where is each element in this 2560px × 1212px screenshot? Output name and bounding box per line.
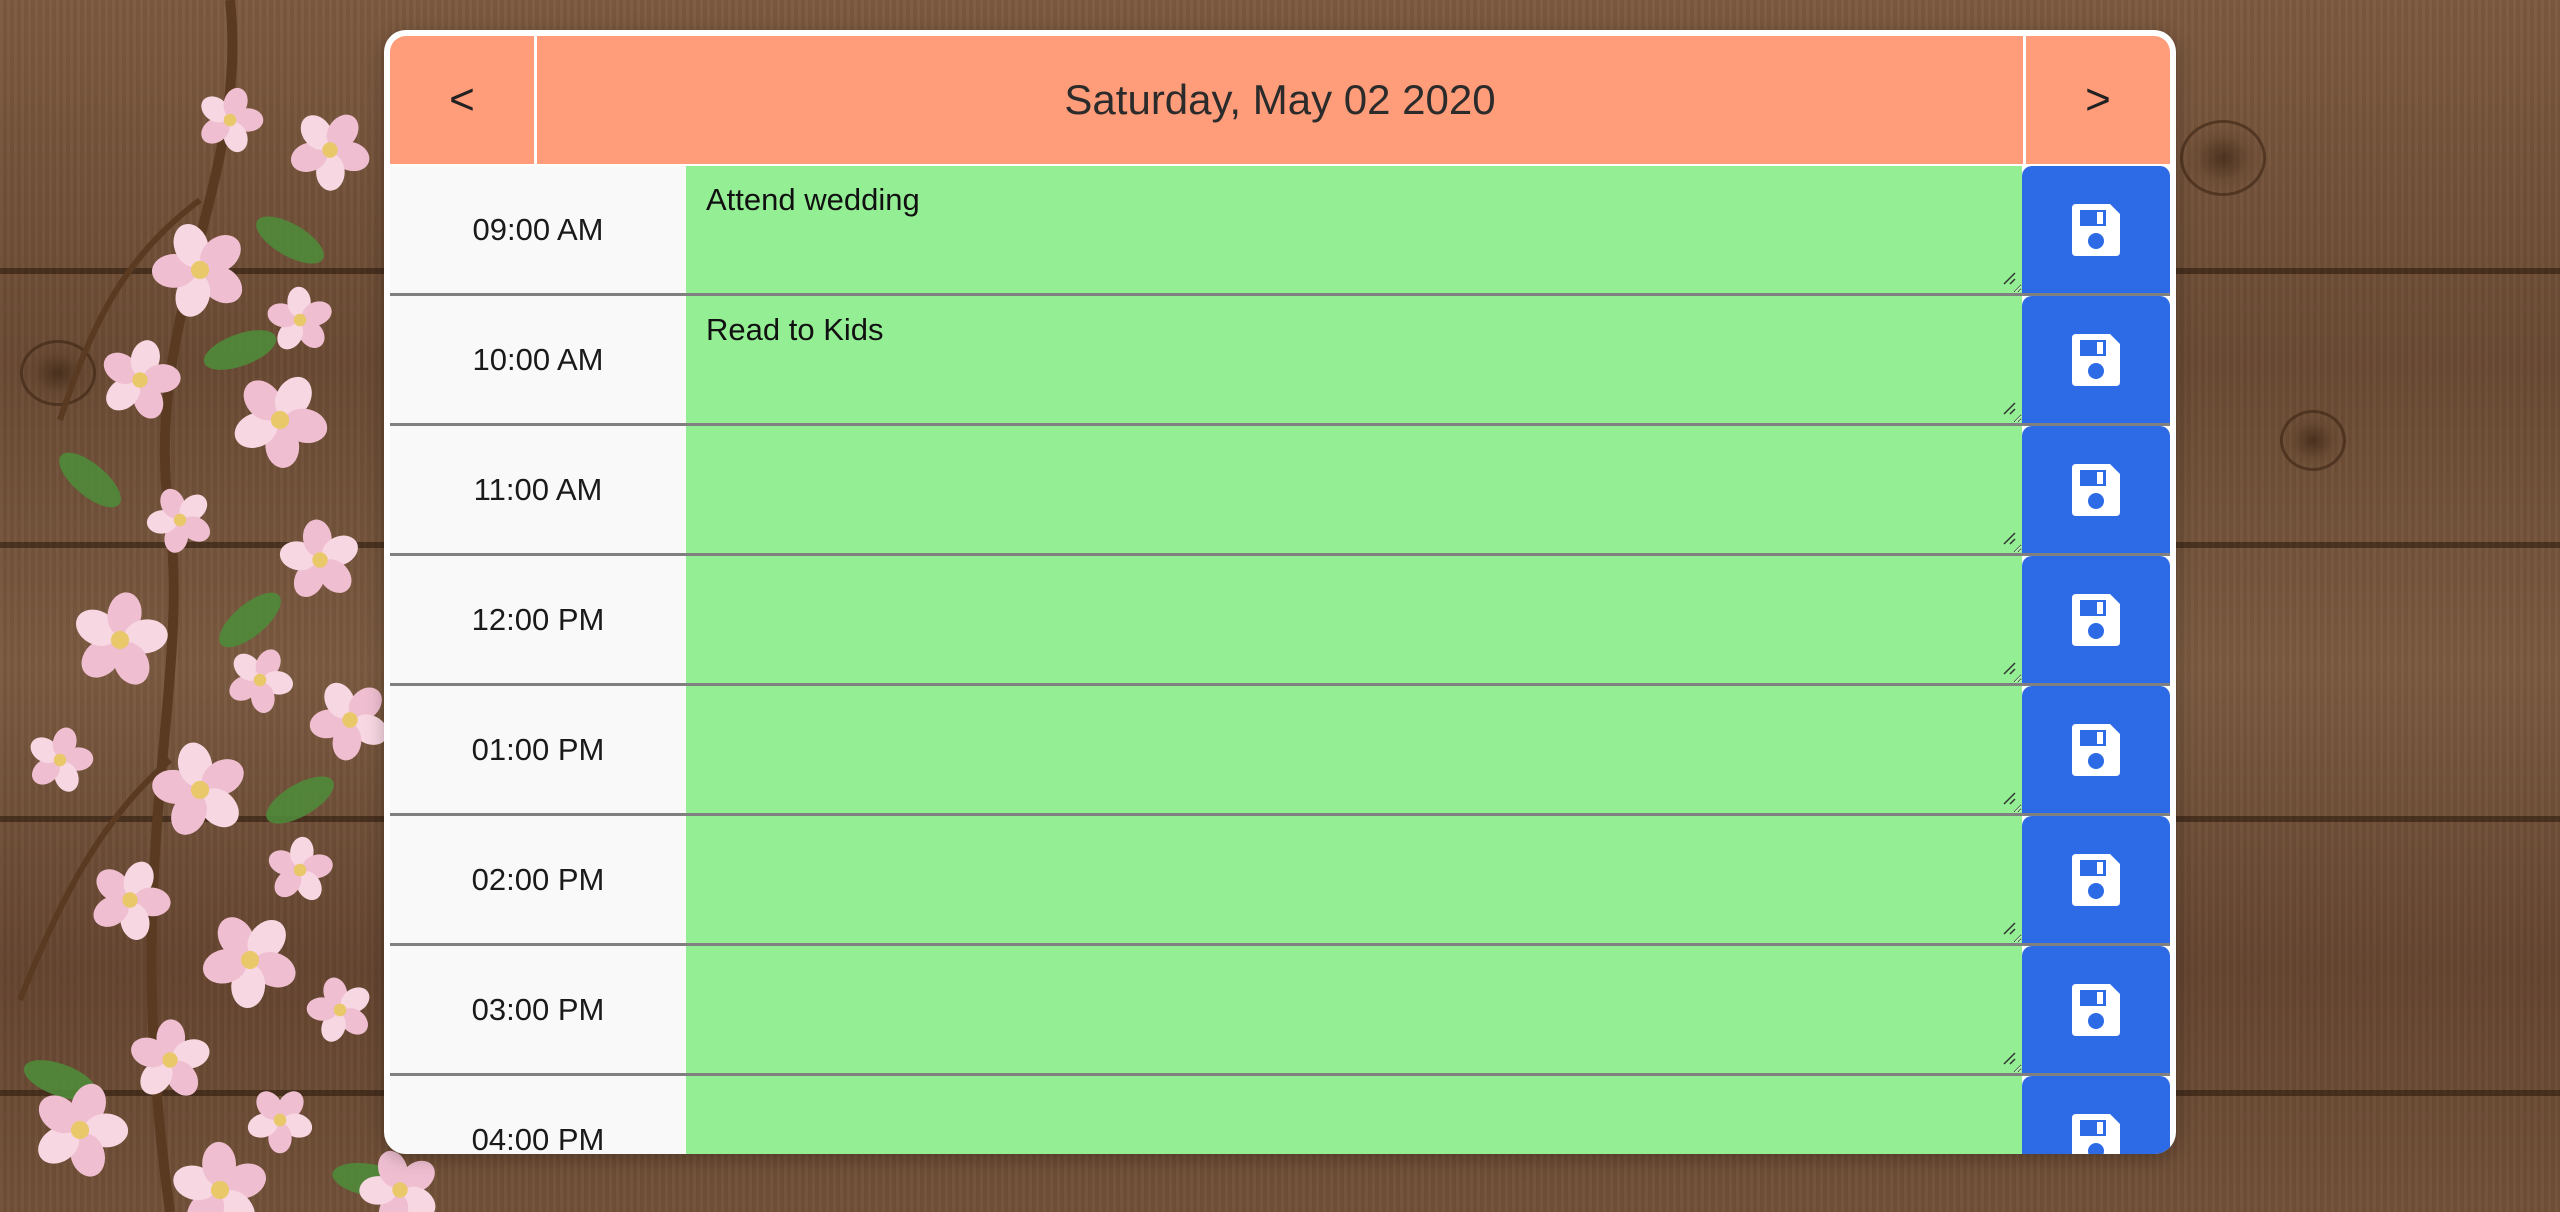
event-cell: [686, 816, 2022, 943]
planner-body: < Saturday, May 02 2020 > 09:00 AM Atten…: [390, 36, 2170, 1154]
event-cell: Attend wedding: [686, 166, 2022, 293]
resize-grip-icon[interactable]: [2000, 789, 2016, 805]
event-input[interactable]: Read to Kids: [686, 296, 2022, 423]
event-input[interactable]: [686, 816, 2022, 943]
time-block-row: 12:00 PM: [390, 556, 2170, 686]
resize-grip-icon[interactable]: [2000, 529, 2016, 545]
floppy-disk-icon: [2072, 203, 2120, 256]
wood-knot: [2280, 410, 2346, 471]
resize-grip-icon[interactable]: [2000, 1049, 2016, 1065]
resize-grip-icon[interactable]: [2000, 399, 2016, 415]
event-cell: [686, 686, 2022, 813]
current-date: Saturday, May 02 2020: [1064, 76, 1496, 123]
event-cell: [686, 426, 2022, 553]
time-block-row: 03:00 PM: [390, 946, 2170, 1076]
floppy-disk-icon: [2072, 853, 2120, 906]
hour-label: 10:00 AM: [390, 296, 686, 423]
planner-header: < Saturday, May 02 2020 >: [390, 36, 2170, 164]
event-cell: Read to Kids: [686, 296, 2022, 423]
floppy-disk-icon: [2072, 723, 2120, 776]
hour-label: 09:00 AM: [390, 166, 686, 293]
wood-knot: [20, 340, 96, 406]
event-cell: [686, 1076, 2022, 1154]
save-button[interactable]: [2022, 426, 2170, 553]
hour-label: 03:00 PM: [390, 946, 686, 1073]
time-block-list: 09:00 AM Attend wedding 10:00 AM Read to…: [390, 166, 2170, 1154]
floppy-disk-icon: [2072, 1113, 2120, 1154]
time-block-row: 10:00 AM Read to Kids: [390, 296, 2170, 426]
event-input[interactable]: [686, 556, 2022, 683]
time-block-row: 01:00 PM: [390, 686, 2170, 816]
save-button[interactable]: [2022, 1076, 2170, 1154]
floppy-disk-icon: [2072, 463, 2120, 516]
hour-label: 11:00 AM: [390, 426, 686, 553]
save-button[interactable]: [2022, 946, 2170, 1073]
floppy-disk-icon: [2072, 593, 2120, 646]
time-block-row: 11:00 AM: [390, 426, 2170, 556]
save-button[interactable]: [2022, 556, 2170, 683]
resize-grip-icon[interactable]: [2000, 919, 2016, 935]
event-input[interactable]: [686, 946, 2022, 1073]
hour-label: 04:00 PM: [390, 1076, 686, 1154]
event-input[interactable]: Attend wedding: [686, 166, 2022, 293]
time-block-row: 09:00 AM Attend wedding: [390, 166, 2170, 296]
floppy-disk-icon: [2072, 983, 2120, 1036]
event-cell: [686, 556, 2022, 683]
event-input[interactable]: [686, 1076, 2022, 1154]
hour-label: 02:00 PM: [390, 816, 686, 943]
next-day-button[interactable]: >: [2023, 36, 2170, 164]
event-input[interactable]: [686, 686, 2022, 813]
floppy-disk-icon: [2072, 333, 2120, 386]
day-planner: < Saturday, May 02 2020 > 09:00 AM Atten…: [384, 30, 2176, 1154]
save-button[interactable]: [2022, 166, 2170, 293]
hour-label: 01:00 PM: [390, 686, 686, 813]
save-button[interactable]: [2022, 816, 2170, 943]
save-button[interactable]: [2022, 296, 2170, 423]
wood-knot: [2180, 120, 2266, 196]
resize-grip-icon[interactable]: [2000, 659, 2016, 675]
previous-day-button[interactable]: <: [390, 36, 537, 164]
event-cell: [686, 946, 2022, 1073]
time-block-row: 04:00 PM: [390, 1076, 2170, 1154]
time-block-row: 02:00 PM: [390, 816, 2170, 946]
hour-label: 12:00 PM: [390, 556, 686, 683]
resize-grip-icon[interactable]: [2000, 269, 2016, 285]
event-input[interactable]: [686, 426, 2022, 553]
save-button[interactable]: [2022, 686, 2170, 813]
